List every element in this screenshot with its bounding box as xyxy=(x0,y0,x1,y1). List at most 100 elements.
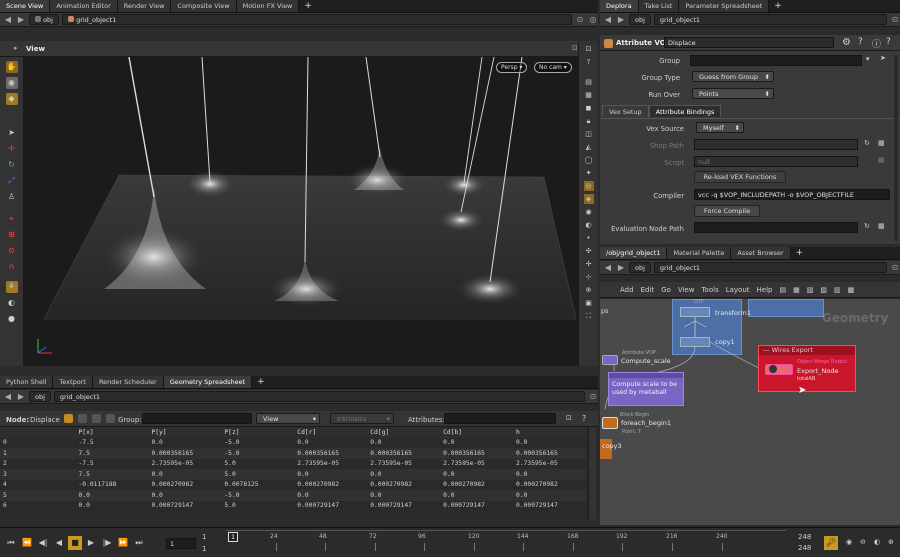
fullscreen-icon[interactable]: ⛶ xyxy=(584,311,594,321)
menu-add[interactable]: Add xyxy=(620,286,634,294)
add-tab-icon[interactable]: + xyxy=(769,0,787,12)
forward-icon[interactable]: ▶ xyxy=(16,15,26,25)
path-node[interactable]: grid_object1 xyxy=(62,14,572,25)
column-header[interactable]: Cd[g] xyxy=(367,427,441,438)
sheet-scrollbar[interactable] xyxy=(588,427,596,519)
reload-vex-button[interactable]: Re-load VEX Functions xyxy=(694,171,786,183)
forward-icon[interactable]: ▶ xyxy=(16,392,26,402)
shop-browse-icon[interactable]: ▦ xyxy=(878,139,885,147)
add-tab-icon[interactable]: + xyxy=(791,247,809,259)
next-key-icon[interactable]: ⏩ xyxy=(116,536,130,550)
forward-icon[interactable]: ▶ xyxy=(616,15,626,25)
help-icon[interactable]: ? xyxy=(582,414,586,423)
jump-end-icon[interactable]: ⏭ xyxy=(132,536,146,550)
path-root[interactable]: obj xyxy=(629,14,651,25)
back-icon[interactable]: ◀ xyxy=(603,15,613,25)
handle-tool-icon[interactable]: ◆ xyxy=(5,93,18,105)
tab-render-scheduler[interactable]: Render Scheduler xyxy=(92,376,164,388)
shaded-icon[interactable]: ◼ xyxy=(584,103,594,113)
group-field[interactable] xyxy=(690,55,862,66)
compute-scale-node[interactable] xyxy=(602,355,618,365)
forward-icon[interactable]: ▶ xyxy=(616,263,626,273)
path-root[interactable]: obj xyxy=(29,14,59,25)
select-tool-icon[interactable]: ✋ xyxy=(5,61,18,73)
camera-icon[interactable]: ◎ xyxy=(583,181,594,191)
table-row[interactable]: 4 -0.0117188 0.000270982 0.0078125 0.0002709… xyxy=(0,479,586,490)
play-icon[interactable]: ▶ xyxy=(84,536,98,550)
display-icon[interactable]: ▩ xyxy=(848,286,855,294)
network-canvas[interactable]: Geometry ps DTF transform1 copy1 Attribu… xyxy=(600,299,900,525)
uv-icon[interactable]: ⊕ xyxy=(584,285,594,295)
render-icon[interactable]: ● xyxy=(6,313,18,325)
tab-asset-browser[interactable]: Asset Browser xyxy=(731,247,791,259)
back-icon[interactable]: ◀ xyxy=(603,263,613,273)
view-tool-icon[interactable]: ◉ xyxy=(5,77,18,89)
path-node[interactable]: grid_object1 xyxy=(653,14,887,25)
bone-icon[interactable]: ◭ xyxy=(584,142,594,152)
foreach-node[interactable] xyxy=(602,417,618,429)
eval-path-field[interactable] xyxy=(694,222,858,233)
tab-deplora[interactable]: Deplora xyxy=(600,0,639,12)
wires-export-box[interactable]: — Wires Export Object Merge Output Expor… xyxy=(758,345,856,392)
help-icon[interactable]: ? xyxy=(858,37,863,47)
audio-icon[interactable]: ⊖ xyxy=(860,538,866,546)
settings-icon[interactable]: ⊕ xyxy=(888,538,894,546)
script-field[interactable]: null xyxy=(694,156,858,167)
eval-refresh-icon[interactable]: ↻ xyxy=(864,222,870,230)
normals-icon[interactable]: ◐ xyxy=(584,220,594,230)
pin-icon[interactable]: ⊙ xyxy=(890,15,900,25)
points-mode-icon[interactable] xyxy=(64,414,73,423)
column-header[interactable]: Cd[r] xyxy=(294,427,368,438)
shop-refresh-icon[interactable]: ↻ xyxy=(864,139,870,147)
tab-geometry-spreadsheet[interactable]: Geometry Spreadsheet xyxy=(163,376,253,388)
shop-path-field[interactable] xyxy=(694,139,858,150)
bulb-icon[interactable]: ✦ xyxy=(584,168,594,178)
tab-composite-view[interactable]: Composite View xyxy=(171,0,237,12)
link-icon[interactable]: ◎ xyxy=(588,15,598,25)
path-root[interactable]: obj xyxy=(629,262,651,273)
camera-menu[interactable]: No cam ▾ xyxy=(534,62,572,73)
back-icon[interactable]: ◀ xyxy=(3,392,13,402)
point-numbers-icon[interactable]: ✣ xyxy=(584,246,594,256)
pin-icon[interactable]: ⊙ xyxy=(588,392,598,402)
back-icon[interactable]: ◀ xyxy=(3,15,13,25)
gear-icon[interactable]: ⚙ xyxy=(842,37,851,48)
viewport-menu-icon[interactable]: ▸ xyxy=(14,44,18,52)
active-tool-icon[interactable]: ⚘ xyxy=(5,281,18,293)
tab-network-path[interactable]: /obj/grid_object1 xyxy=(600,247,668,259)
jump-start-icon[interactable]: ⏮ xyxy=(4,536,18,550)
current-frame-field[interactable]: 1 xyxy=(166,538,196,549)
rotate-tool-icon[interactable]: ↻ xyxy=(6,159,18,171)
wireframe-icon[interactable]: ▦ xyxy=(584,90,594,100)
timeline-ruler[interactable]: 1 24 48 72 96 120 144 168 192 216 240 xyxy=(226,530,786,556)
tab-animation-editor[interactable]: Animation Editor xyxy=(50,0,118,12)
pin-icon[interactable]: ⊙ xyxy=(575,15,585,25)
step-back-icon[interactable]: ◀︎| xyxy=(36,536,50,550)
help-icon[interactable]: ? xyxy=(584,57,594,67)
table-row[interactable]: 1 7.5 0.000356165 -5.0 0.000356165 0.00035616… xyxy=(0,448,586,459)
question-icon[interactable]: ? xyxy=(886,37,891,47)
tab-textport[interactable]: Textport xyxy=(53,376,93,388)
tab-vex-setup[interactable]: Vex Setup xyxy=(602,105,649,117)
flag-icon[interactable]: ▥ xyxy=(834,286,841,294)
move-tool-icon[interactable]: ✛ xyxy=(6,143,18,155)
lock-icon[interactable]: 🔒︎ xyxy=(584,116,594,126)
tab-material-palette[interactable]: Material Palette xyxy=(667,247,732,259)
column-header[interactable]: h xyxy=(513,427,586,438)
menu-layout[interactable]: Layout xyxy=(726,286,750,294)
compiler-field[interactable]: vcc -q $VOP_INCLUDEPATH -o $VOP_OBJECTFI… xyxy=(694,189,890,200)
prev-key-icon[interactable]: ⏪ xyxy=(20,536,34,550)
tree-view-icon[interactable]: ▧ xyxy=(807,286,814,294)
tab-motion-fx-view[interactable]: Motion FX View xyxy=(236,0,300,12)
menu-help[interactable]: Help xyxy=(757,286,773,294)
play-reverse-icon[interactable]: ◀ xyxy=(52,536,66,550)
pin-icon[interactable]: ⊡ xyxy=(566,414,572,422)
pin-icon[interactable]: ⊙ xyxy=(890,263,900,273)
detail-mode-icon[interactable] xyxy=(106,414,115,423)
param-scrollbar[interactable] xyxy=(894,55,898,241)
group-arrow-icon[interactable]: ➤ xyxy=(880,54,886,62)
perspective-menu[interactable]: Persp ▾ xyxy=(496,62,528,73)
table-row[interactable]: 5 0.0 0.0 -5.0 0.0 0.0 0.0 0.0 xyxy=(0,490,586,501)
snap-icon[interactable]: ▨ xyxy=(820,286,827,294)
light-icon[interactable]: ◯ xyxy=(584,155,594,165)
